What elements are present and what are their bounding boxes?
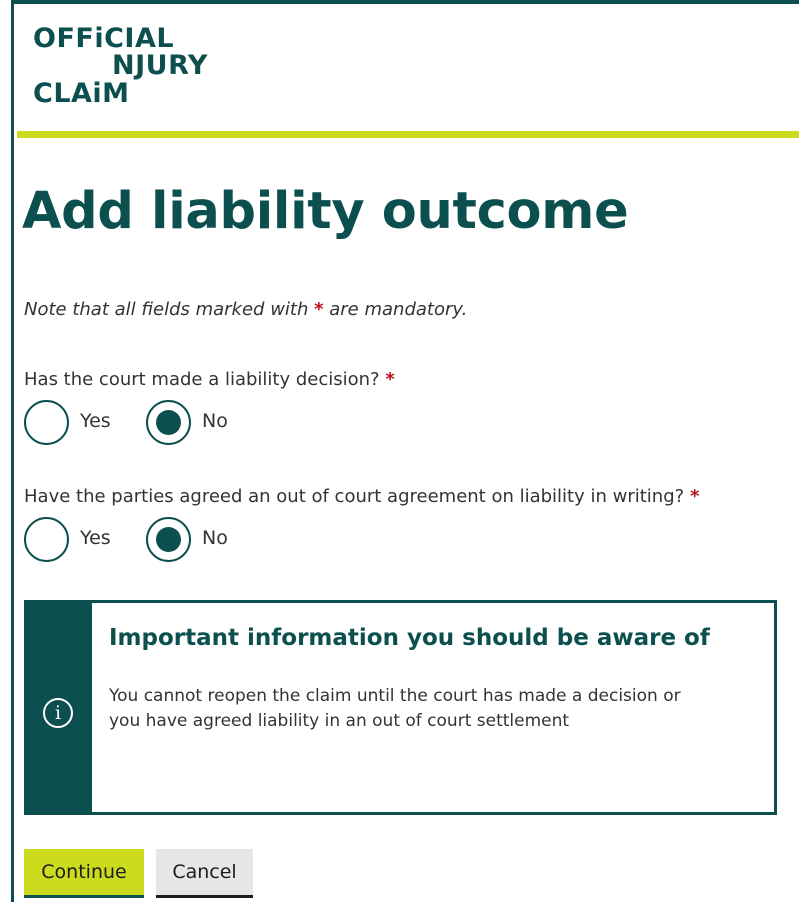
required-asterisk: * [314, 299, 324, 320]
required-asterisk: * [689, 486, 700, 507]
info-panel-body: You cannot reopen the claim until the co… [109, 686, 681, 731]
question-label: Has the court made a liability decision? [24, 369, 380, 390]
radio-label[interactable]: No [202, 410, 228, 432]
logo-line-3: CLAiM [33, 78, 130, 109]
radio-label[interactable]: Yes [80, 527, 111, 549]
question-out-of-court-agreement: Have the parties agreed an out of court … [24, 486, 699, 507]
header-accent-rule [17, 131, 799, 138]
info-panel-sidebar: i [27, 603, 92, 812]
radio-label[interactable]: Yes [80, 410, 111, 432]
radio-button-selected[interactable] [146, 517, 191, 562]
radio-option-yes[interactable]: Yes [24, 517, 134, 563]
radio-label[interactable]: No [202, 527, 228, 549]
note-text-suffix: are mandatory. [323, 299, 468, 320]
radio-option-no[interactable]: No [146, 517, 256, 563]
window-frame-left [0, 0, 14, 902]
note-text-prefix: Note that all fields marked with [24, 299, 315, 320]
continue-button[interactable]: Continue [24, 849, 144, 895]
radio-option-yes[interactable]: Yes [24, 400, 134, 446]
radio-button-selected[interactable] [146, 400, 191, 445]
site-header: OFFiCIAL NJURY CLAiM [17, 4, 799, 131]
cancel-button[interactable]: Cancel [156, 849, 253, 895]
required-asterisk: * [385, 369, 395, 390]
radio-option-no[interactable]: No [146, 400, 256, 446]
info-panel-title: Important information you should be awar… [109, 625, 710, 651]
important-information-panel: i Important information you should be aw… [24, 600, 777, 815]
radio-button[interactable] [24, 517, 69, 562]
page-title: Add liability outcome [22, 182, 629, 241]
logo-line-1: OFFiCIAL [33, 23, 175, 54]
info-icon: i [43, 698, 73, 728]
mandatory-fields-note: Note that all fields marked with * are m… [24, 299, 467, 320]
question-label: Have the parties agreed an out of court … [24, 486, 685, 507]
logo-line-2: NJURY [112, 50, 208, 81]
question-court-liability-decision: Has the court made a liability decision?… [24, 369, 395, 390]
radio-button[interactable] [24, 400, 69, 445]
official-injury-claim-logo[interactable]: OFFiCIAL NJURY CLAiM [33, 24, 213, 116]
